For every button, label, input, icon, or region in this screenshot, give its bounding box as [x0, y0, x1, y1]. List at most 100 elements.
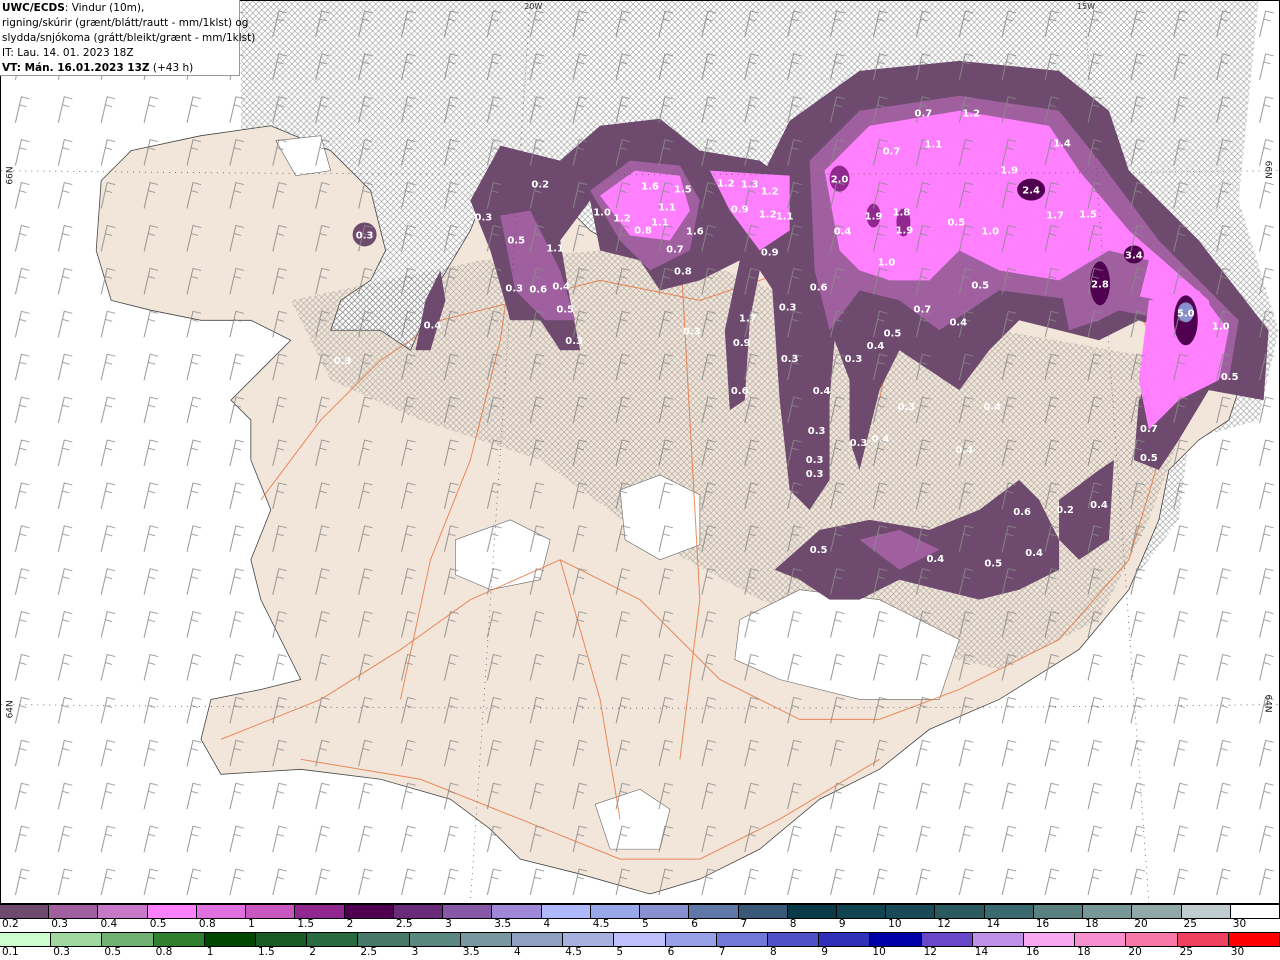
rain_scale-label: 14: [974, 946, 989, 958]
snow_scale-swatch: [344, 905, 394, 918]
snow_scale-label: 5: [642, 918, 649, 930]
snow_scale-swatch: [443, 905, 493, 918]
title-line2: rigning/skúrir (grænt/blátt/rautt - mm/1…: [2, 17, 249, 29]
rain_scale-label: 9: [821, 946, 828, 958]
snow_scale-label: 2: [346, 918, 354, 930]
precip-value-label: 0.3: [565, 336, 583, 347]
snow_scale-label: 0.4: [100, 918, 118, 930]
precip-value-label: 1.9: [1000, 166, 1018, 177]
precip-value-label: 0.4: [872, 434, 890, 445]
snow_scale-swatch: [295, 905, 345, 918]
snow_scale-label: 30: [1232, 918, 1247, 930]
precip-value-label: 0.5: [884, 328, 902, 339]
snow_scale-swatch: [1083, 905, 1133, 918]
rain_scale-label: 4: [514, 946, 521, 958]
rain_scale-swatch: [1228, 933, 1280, 946]
rain_scale-swatch: [768, 933, 820, 946]
rain-colorbar: [0, 932, 1280, 947]
snow_scale-swatch: [738, 905, 788, 918]
precip-value-label: 0.5: [507, 235, 525, 246]
rain_scale-swatch: [1126, 933, 1178, 946]
precip-value-label: 1.2: [759, 210, 777, 221]
snow_scale-swatch: [49, 905, 99, 918]
rain_scale-swatch: [1075, 933, 1127, 946]
precip-value-label: 0.3: [850, 438, 868, 449]
snow_scale-label: 18: [1085, 918, 1099, 930]
snow_scale-swatch: [836, 905, 887, 918]
precip-value-label: 0.6: [1013, 507, 1031, 518]
precip-value-label: 0.5: [556, 304, 574, 315]
precip-value-label: 0.4: [424, 320, 442, 331]
rain_scale-label: 2: [309, 946, 316, 958]
lead-time: (+43 h): [149, 62, 194, 74]
snow_scale-swatch: [935, 905, 985, 918]
precip-value-label: 2.0: [831, 175, 849, 186]
rain_scale-label: 0.3: [53, 946, 70, 958]
precip-value-label: 0.4: [552, 281, 570, 292]
weather-map[interactable]: 20W 15W 66N 66N 64N 64N 0.2 0.3 0.5 1.1 0.3 0…: [0, 0, 1280, 904]
snow_scale-swatch: [984, 905, 1034, 918]
snow_scale-swatch: [0, 905, 50, 918]
rain_scale-swatch: [0, 933, 52, 946]
rain_scale-swatch: [972, 933, 1025, 946]
precip-value-label: 0.4: [834, 226, 852, 237]
snow_scale-swatch: [393, 905, 444, 918]
lat-label-64n-right: 64N: [1263, 694, 1273, 712]
precip-value-label: 1.4: [1053, 139, 1071, 150]
precip-value-label: 1.1: [651, 218, 669, 229]
precip-value-label: 1.3: [741, 180, 759, 191]
snow_scale-label: 0.3: [51, 918, 68, 930]
rain_scale-swatch: [614, 933, 666, 946]
rain_scale-swatch: [1024, 933, 1076, 946]
precip-value-label: 0.4: [1025, 548, 1043, 559]
precip-value-label: 0.5: [971, 280, 989, 291]
rain_scale-label: 5: [616, 946, 624, 958]
rain_scale-label: 0.8: [155, 946, 173, 958]
snow_scale-label: 0.5: [149, 918, 167, 930]
lat-label-66n-left: 66N: [5, 166, 15, 184]
precip-value-label: 1.7: [739, 313, 757, 324]
precip-value-label: 1.5: [1079, 210, 1097, 221]
rain_scale-swatch: [256, 933, 308, 946]
rain_scale-label: 8: [770, 946, 777, 958]
snow_scale-swatch: [640, 905, 690, 918]
precip-value-label: 0.5: [947, 218, 965, 229]
snow_scale-label: 10: [888, 918, 902, 930]
snow_scale-swatch: [689, 905, 739, 918]
snow_scale-label: 1: [248, 918, 255, 930]
rain_scale-label: 2.5: [360, 946, 378, 958]
rain_scale-label: 3: [411, 946, 419, 958]
rain_scale-swatch: [307, 933, 359, 946]
initial-time: IT: Lau. 14. 01. 2023 18Z: [2, 47, 134, 59]
precip-value-label: 0.7: [915, 109, 933, 120]
snow_scale-label: 16: [1035, 918, 1050, 930]
rain-colorbar-labels: 0.1 0.3 0.5 0.8 1 1.5 2 2.5 3 3.5 4 4.5 5 6 7 8 9 10 12 14 1…: [0, 946, 1280, 960]
snow_scale-swatch: [147, 905, 197, 918]
precip-value-label: 1.0: [878, 257, 896, 268]
precip-value-label: 0.4: [1090, 500, 1108, 511]
precip-value-label: 1.9: [865, 212, 883, 223]
precip-value-label: 0.4: [955, 445, 973, 456]
snow_scale-label: 4.5: [592, 918, 610, 930]
precip-value-label: 1.0: [1212, 321, 1230, 332]
rain_scale-label: 3.5: [462, 946, 480, 958]
snow_scale-swatch: [246, 905, 296, 918]
rain_scale-swatch: [51, 933, 103, 946]
precip-value-label: 0.3: [334, 356, 352, 367]
snow_scale-swatch: [1033, 905, 1084, 918]
snow_scale-swatch: [1132, 905, 1182, 918]
rain_scale-label: 0.5: [104, 946, 122, 958]
precip-value-label: 0.3: [781, 354, 799, 365]
snow_scale-swatch: [1181, 905, 1231, 918]
precip-value-label: 1.5: [674, 185, 692, 196]
precip-value-label: 1.1: [925, 140, 943, 151]
precip-value-label: 0.3: [806, 455, 824, 466]
precip-value-label: 1.6: [686, 226, 704, 237]
precip-value-label: 0.4: [983, 402, 1001, 413]
snow_scale-label: 6: [691, 918, 698, 930]
precip-value-label: 0.3: [845, 354, 863, 365]
precip-value-label: 2.4: [1022, 186, 1040, 197]
precip-value-label: 0.3: [779, 302, 797, 313]
lat-label-64n-left: 64N: [5, 700, 15, 718]
snow_scale-label: 3.5: [494, 918, 511, 930]
